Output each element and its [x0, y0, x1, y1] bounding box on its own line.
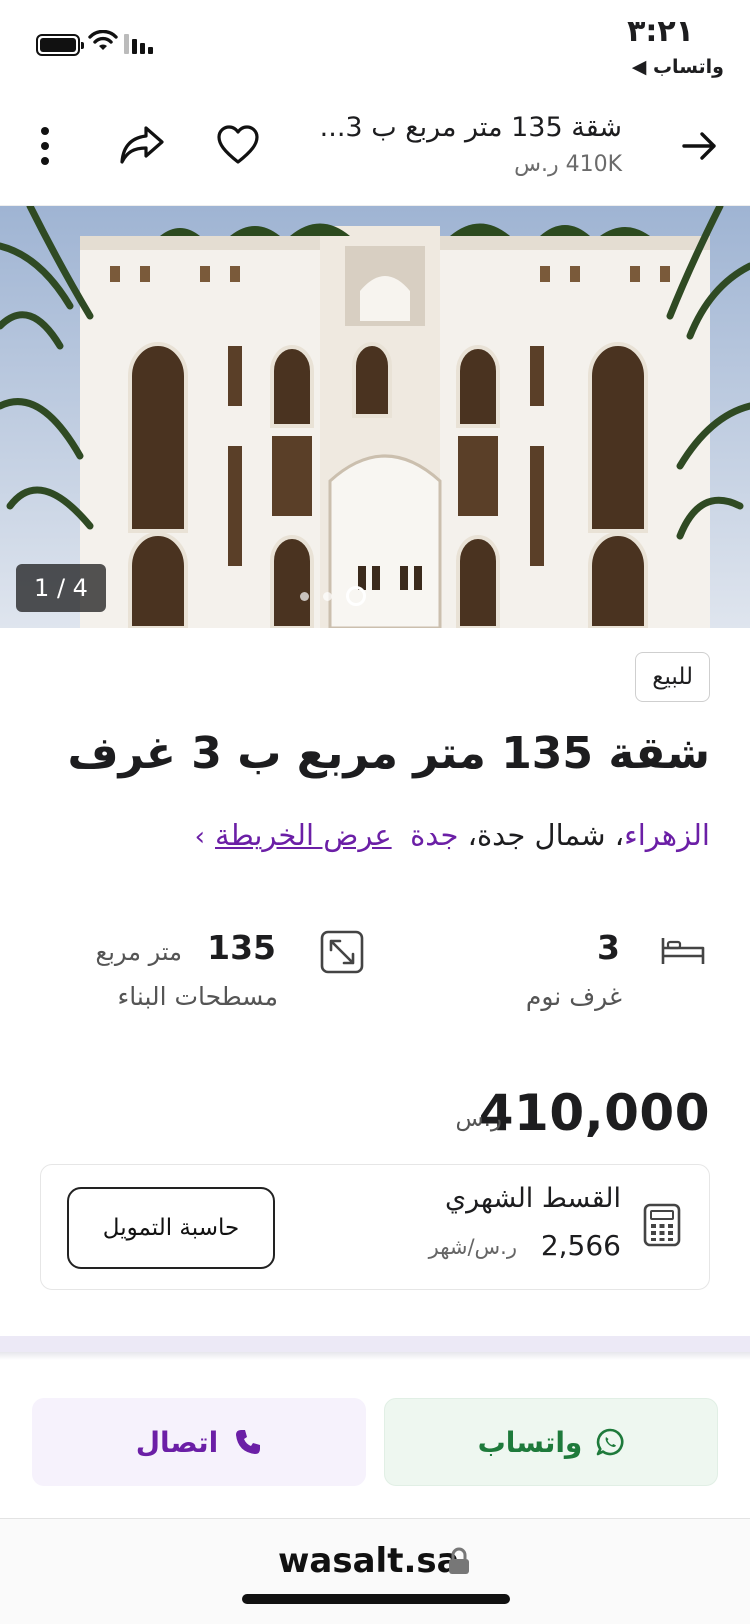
pagination-dot-active[interactable] — [346, 586, 366, 606]
listing-type-badge: للبيع — [635, 652, 710, 702]
url-text[interactable]: wasalt.sa — [278, 1541, 460, 1581]
battery-icon — [36, 34, 84, 56]
status-bar: ٣:٢١ ◀ واتساب — [0, 0, 750, 92]
bedrooms-count: 3 — [597, 928, 620, 967]
installment-card: القسط الشهري 2,566 ر.س/شهر حاسبة التمويل — [40, 1164, 710, 1290]
signal-icon — [124, 34, 153, 54]
back-to-app-link[interactable]: ◀ واتساب — [632, 56, 724, 78]
more-options-icon[interactable] — [40, 126, 50, 166]
share-icon[interactable] — [118, 124, 166, 168]
location-separator: ، — [605, 818, 625, 852]
chevron-left-icon[interactable]: › — [195, 822, 205, 852]
price-currency: ر.س — [455, 1106, 503, 1132]
finance-calculator-button[interactable]: حاسبة التمويل — [67, 1187, 275, 1269]
view-map-link[interactable]: عرض الخريطة — [215, 818, 392, 852]
area-text: شمال جدة — [476, 818, 606, 852]
built-area-label: مسطحات البناء — [117, 982, 278, 1011]
section-divider — [0, 1336, 750, 1352]
wifi-icon — [88, 30, 118, 50]
bottom-bar-shadow — [0, 1352, 750, 1360]
gallery-pagination — [300, 586, 366, 606]
image-counter: 1 / 4 — [16, 564, 106, 612]
listing-title: شقة 135 متر مربع ب 3 غرف — [67, 728, 710, 779]
location-separator: ، — [458, 818, 477, 852]
city-link[interactable]: جدة — [410, 818, 458, 852]
area-expand-icon — [320, 930, 364, 974]
bedrooms-label: غرف نوم — [525, 982, 622, 1011]
district-link[interactable]: الزهراء — [624, 818, 710, 852]
location-line: الزهراء، شمال جدة، جدة عرض الخريطة› — [195, 818, 710, 852]
clock-time: ٣:٢١ — [627, 14, 694, 49]
header-price: 410K ر.س — [514, 152, 622, 177]
favorite-heart-icon[interactable] — [216, 124, 260, 166]
calculator-icon — [643, 1203, 681, 1247]
phone-icon — [236, 1430, 261, 1454]
whatsapp-icon — [597, 1428, 624, 1456]
bed-icon — [661, 938, 705, 964]
monthly-installment-unit: ر.س/شهر — [428, 1235, 517, 1259]
lock-icon — [449, 1547, 469, 1574]
call-button-label: اتصال — [135, 1425, 219, 1459]
listing-header: شقة 135 متر مربع ب 3... 410K ر.س — [0, 92, 750, 206]
built-area-value: 135 — [207, 928, 276, 967]
back-arrow-icon[interactable] — [680, 126, 720, 166]
pagination-dot[interactable] — [300, 591, 309, 601]
whatsapp-button-label: واتساب — [477, 1425, 583, 1459]
whatsapp-button[interactable]: واتساب — [384, 1398, 718, 1486]
home-indicator — [242, 1594, 510, 1604]
call-button[interactable]: اتصال — [32, 1398, 366, 1486]
header-title: شقة 135 متر مربع ب 3... — [319, 112, 622, 143]
property-image-gallery[interactable]: 1 / 4 — [0, 206, 750, 628]
listing-price: 410,000 — [478, 1084, 710, 1142]
pagination-dot[interactable] — [323, 591, 332, 601]
monthly-installment-label: القسط الشهري — [445, 1183, 621, 1214]
property-photo — [0, 206, 750, 628]
monthly-installment-value: 2,566 — [540, 1229, 621, 1262]
browser-url-bar[interactable]: wasalt.sa — [0, 1518, 750, 1624]
built-area-unit: متر مربع — [95, 938, 182, 966]
